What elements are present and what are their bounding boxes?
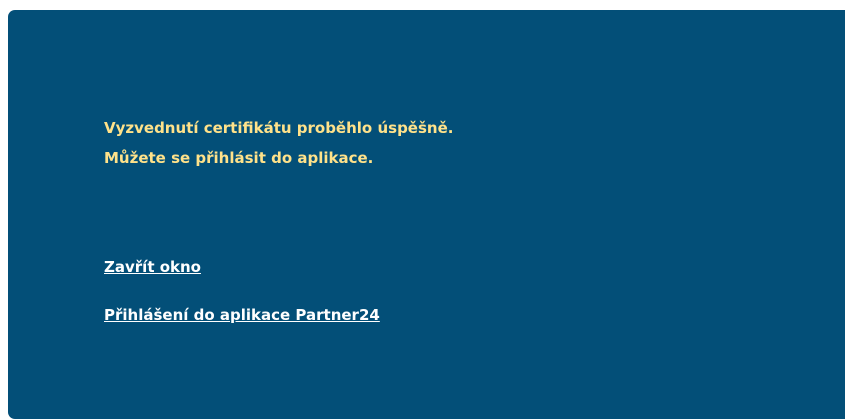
success-message-line1: Vyzvednutí certifikátu proběhlo úspěšně. [104, 119, 454, 137]
success-message: Vyzvednutí certifikátu proběhlo úspěšně.… [104, 113, 453, 173]
login-app-link[interactable]: Přihlášení do aplikace Partner24 [104, 304, 380, 326]
action-links: Zavřít okno Přihlášení do aplikace Partn… [104, 256, 380, 326]
success-message-line2: Můžete se přihlásit do aplikace. [104, 149, 374, 167]
content-panel: Vyzvednutí certifikátu proběhlo úspěšně.… [8, 10, 845, 419]
close-window-link[interactable]: Zavřít okno [104, 256, 380, 278]
